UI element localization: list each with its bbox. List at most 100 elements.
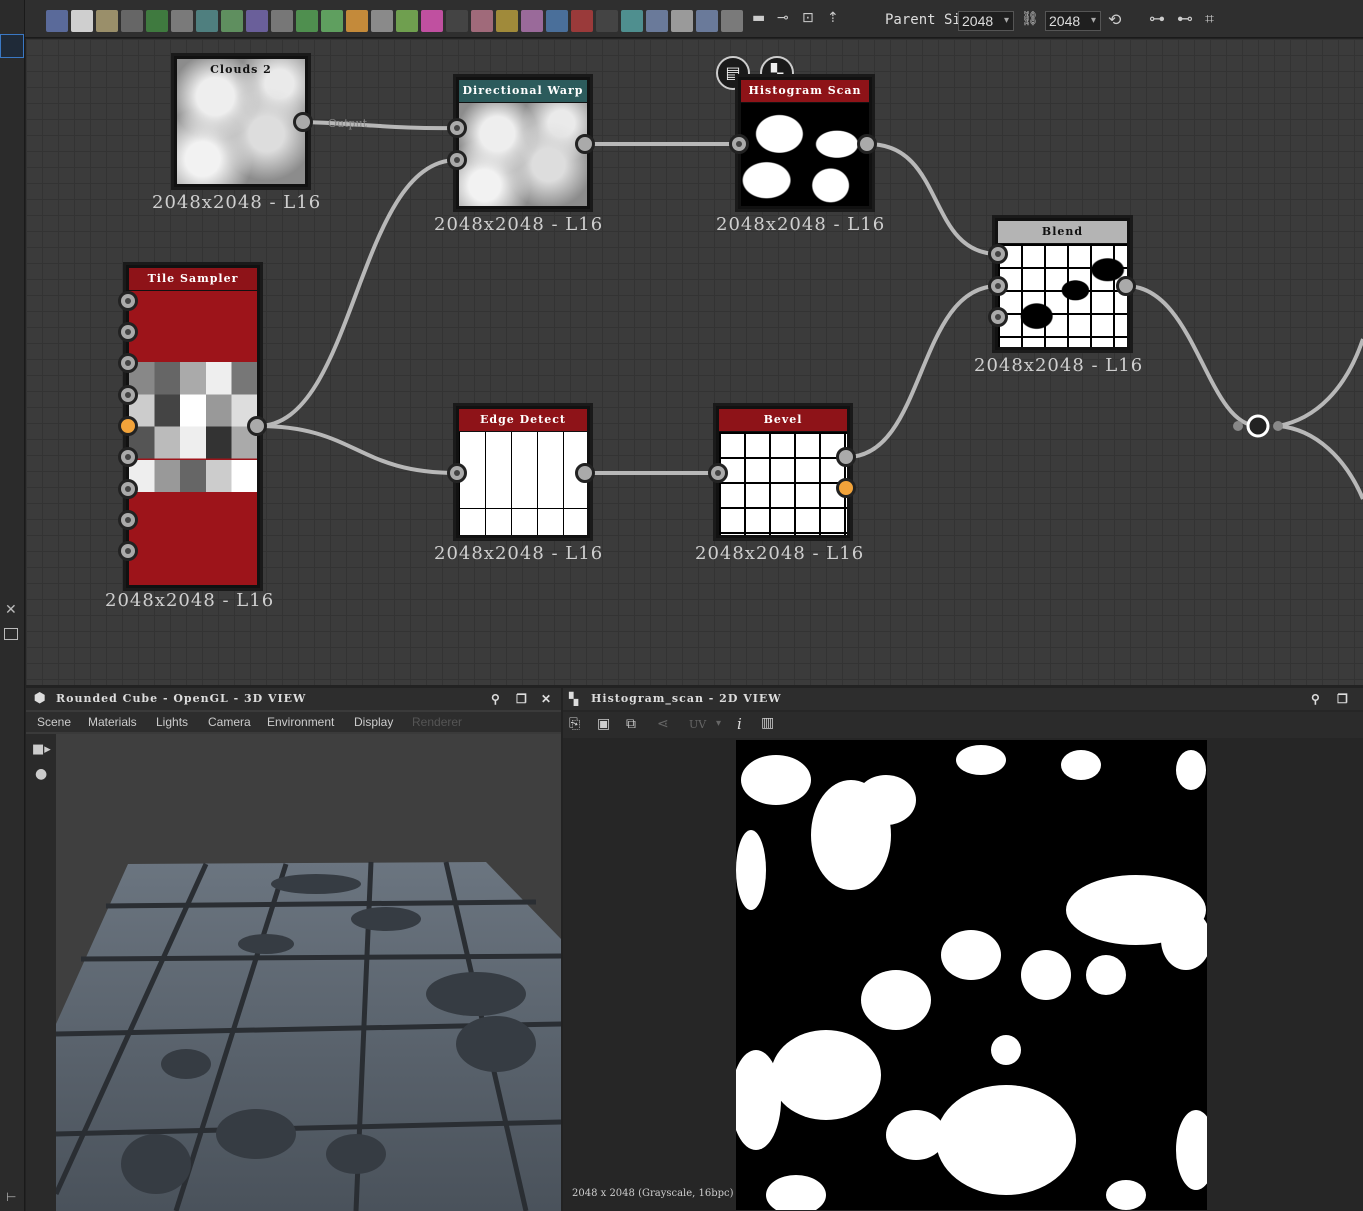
- color-wheel-icon[interactable]: [421, 10, 443, 32]
- tree-icon[interactable]: [321, 10, 343, 32]
- mountain-icon[interactable]: [396, 10, 418, 32]
- binary-icon[interactable]: [596, 10, 618, 32]
- blend-mask-port[interactable]: [988, 307, 1008, 327]
- menu-scene[interactable]: Scene: [37, 715, 71, 729]
- parent-width-select[interactable]: 2048: [958, 11, 1014, 31]
- histogram-icon[interactable]: ▥: [761, 715, 774, 731]
- menu-materials[interactable]: Materials: [88, 715, 137, 729]
- bitmap-icon[interactable]: [71, 10, 93, 32]
- float-icon[interactable]: ❐: [1337, 688, 1349, 710]
- blend-foreground-port[interactable]: [988, 244, 1008, 264]
- align-horizontal-icon[interactable]: ⊶: [1149, 9, 1165, 28]
- tile-sampler-input-4[interactable]: [118, 385, 138, 405]
- tile-sampler-input-3[interactable]: [118, 353, 138, 373]
- select-icon[interactable]: [546, 10, 568, 32]
- warp-intensity-port[interactable]: [447, 150, 467, 170]
- save-icon[interactable]: ▣: [597, 716, 610, 732]
- histogram-scan-image: [736, 740, 1207, 1210]
- tile-sampler-input-8[interactable]: [118, 510, 138, 530]
- warp-icon[interactable]: [471, 10, 493, 32]
- pattern-icon[interactable]: [621, 10, 643, 32]
- copy-icon[interactable]: ⧉: [626, 716, 636, 732]
- tile-sampler-input-9[interactable]: [118, 541, 138, 561]
- water-drop-icon[interactable]: [96, 10, 118, 32]
- curve-icon[interactable]: [146, 10, 168, 32]
- node-size-label: 2048x2048 - L16: [434, 543, 604, 564]
- node-clouds-2[interactable]: Clouds 2: [171, 53, 311, 190]
- fill-icon[interactable]: [571, 10, 593, 32]
- blend-nodes-icon[interactable]: [346, 10, 368, 32]
- close-icon[interactable]: ✕: [5, 602, 17, 618]
- reset-icon[interactable]: ⟲: [1108, 10, 1121, 29]
- info-icon[interactable]: i: [737, 715, 742, 733]
- warp-input-port[interactable]: [447, 118, 467, 138]
- tile-sampler-input-6[interactable]: [118, 447, 138, 467]
- pin-icon[interactable]: ⚲: [491, 688, 501, 710]
- node-bevel[interactable]: Bevel: [713, 403, 853, 541]
- node-size-label: 2048x2048 - L16: [434, 214, 604, 235]
- text-icon[interactable]: [521, 10, 543, 32]
- sphere-icon[interactable]: [371, 10, 393, 32]
- 2d-preview-image[interactable]: [736, 740, 1207, 1210]
- menu-lights[interactable]: Lights: [156, 715, 188, 729]
- tile-sampler-output-port[interactable]: [247, 416, 267, 436]
- tile-sampler-input-7[interactable]: [118, 479, 138, 499]
- snap-grid-icon[interactable]: ⌗: [1205, 9, 1214, 29]
- tree-icon[interactable]: ⊢: [6, 1190, 16, 1204]
- node-edge-detect[interactable]: Edge Detect: [453, 403, 593, 541]
- shuffle-icon[interactable]: [121, 10, 143, 32]
- noise-icon[interactable]: [446, 10, 468, 32]
- clouds-output-port[interactable]: [293, 112, 313, 132]
- circle-icon[interactable]: [246, 10, 268, 32]
- close-icon[interactable]: ✕: [541, 688, 552, 710]
- link-icon[interactable]: ⛓: [1021, 11, 1039, 27]
- blend-background-port[interactable]: [988, 276, 1008, 296]
- clouds-output-label: Output: [328, 117, 368, 130]
- tile-sampler-input-5[interactable]: [118, 416, 138, 436]
- edge-detect-output-port[interactable]: [575, 463, 595, 483]
- node-histogram-scan[interactable]: Histogram Scan: [735, 74, 875, 212]
- panel-icon[interactable]: [4, 628, 18, 640]
- gradient-icon[interactable]: [221, 10, 243, 32]
- image-icon[interactable]: [46, 10, 68, 32]
- triangle-icon[interactable]: [496, 10, 518, 32]
- histogram-output-port[interactable]: [857, 134, 877, 154]
- paint-icon[interactable]: [296, 10, 318, 32]
- transform-icon[interactable]: [196, 10, 218, 32]
- menu-display[interactable]: Display: [354, 715, 393, 729]
- node-tile-sampler[interactable]: Tile Sampler: [123, 262, 263, 591]
- edge-detect-input-port[interactable]: [447, 463, 467, 483]
- bevel-input-port[interactable]: [708, 463, 728, 483]
- bevel-normal-output-port[interactable]: [836, 478, 856, 498]
- frame-add-icon[interactable]: ⊡: [802, 10, 814, 26]
- export-icon[interactable]: ⎘: [569, 716, 580, 732]
- matte-icon[interactable]: [721, 10, 743, 32]
- node-directional-warp[interactable]: Directional Warp: [453, 74, 593, 212]
- pin-node-icon[interactable]: ⊸: [777, 10, 789, 26]
- histogram-input-port[interactable]: [729, 134, 749, 154]
- camera-icon[interactable]: ■▸: [32, 742, 51, 757]
- tile-icon[interactable]: [646, 10, 668, 32]
- pivot-icon[interactable]: ⇡: [827, 10, 839, 26]
- tile-sampler-input-2[interactable]: [118, 322, 138, 342]
- warp-output-port[interactable]: [575, 134, 595, 154]
- split-icon[interactable]: [696, 10, 718, 32]
- float-icon[interactable]: ❐: [516, 688, 528, 710]
- levels-icon[interactable]: [171, 10, 193, 32]
- light-bulb-icon[interactable]: ●: [35, 766, 47, 782]
- comment-icon[interactable]: ▬: [752, 10, 765, 26]
- grid-icon[interactable]: [271, 10, 293, 32]
- bevel-height-output-port[interactable]: [836, 447, 856, 467]
- menu-environment[interactable]: Environment: [267, 715, 334, 729]
- menu-camera[interactable]: Camera: [208, 715, 251, 729]
- tile-sampler-input-1[interactable]: [118, 291, 138, 311]
- node-blend[interactable]: Blend: [992, 215, 1133, 353]
- blend-output-port[interactable]: [1116, 276, 1136, 296]
- align-vertical-icon[interactable]: ⊷: [1177, 9, 1193, 28]
- 3d-viewport[interactable]: [56, 734, 561, 1211]
- selected-item[interactable]: [0, 34, 24, 58]
- pin-icon[interactable]: ⚲: [1311, 688, 1321, 710]
- node-graph[interactable]: Output Clouds 2 2048x2048 - L16 Directio…: [26, 39, 1363, 685]
- frame-icon[interactable]: [671, 10, 693, 32]
- parent-height-select[interactable]: 2048: [1045, 11, 1101, 31]
